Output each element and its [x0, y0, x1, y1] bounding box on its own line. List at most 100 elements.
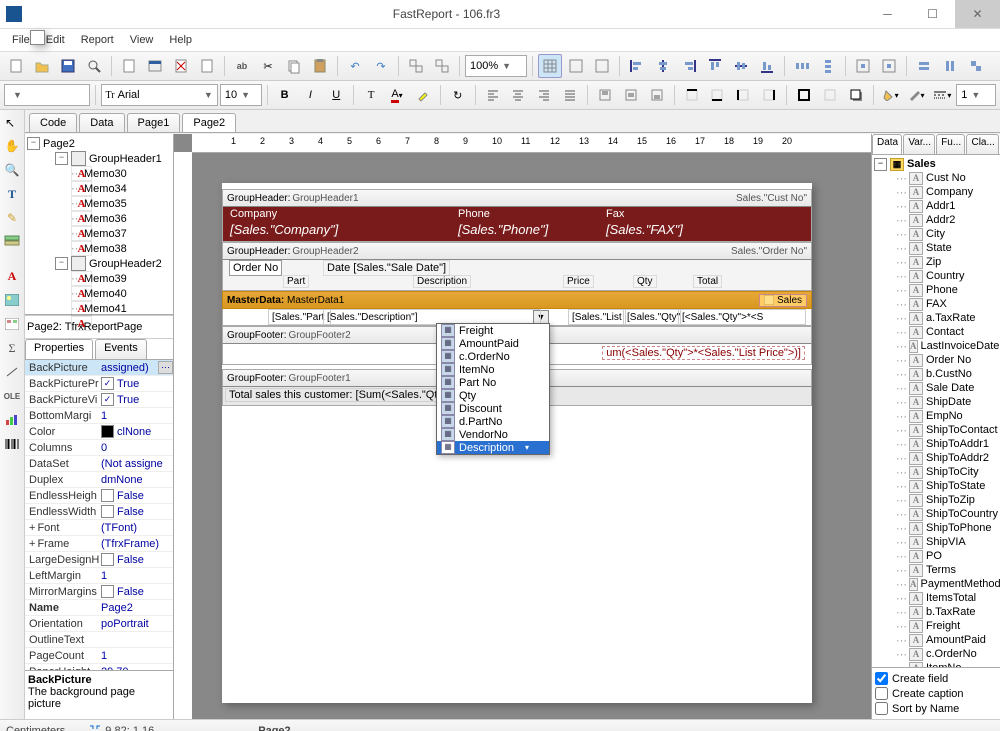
data-field[interactable]: ⋯APhone: [874, 283, 998, 297]
shape-tool[interactable]: [2, 362, 22, 382]
memo-company-label[interactable]: Company: [227, 208, 280, 220]
tab-page2[interactable]: Page2: [182, 113, 236, 132]
sort-by-name-check[interactable]: Sort by Name: [875, 701, 997, 716]
memo-col-total[interactable]: Total: [693, 275, 722, 288]
data-field[interactable]: ⋯AAmountPaid: [874, 633, 998, 647]
vars-button[interactable]: ab: [230, 54, 254, 78]
frame-top-button[interactable]: [680, 83, 704, 107]
dropdown-item[interactable]: ▦c.OrderNo: [437, 350, 549, 363]
memo-col-desc[interactable]: Description: [413, 275, 471, 288]
property-row[interactable]: BottomMargi1: [25, 408, 173, 424]
data-field[interactable]: ⋯ALastInvoiceDate: [874, 339, 998, 353]
frame-style-button[interactable]: ▾: [930, 83, 954, 107]
property-row[interactable]: LargeDesignHFalse: [25, 552, 173, 568]
tree-node[interactable]: ⋯AMemo41: [27, 301, 171, 315]
tree-node[interactable]: ⋯AMemo38: [27, 241, 171, 256]
property-row[interactable]: LeftMargin1: [25, 568, 173, 584]
create-caption-check[interactable]: Create caption: [875, 686, 997, 701]
align-right-button[interactable]: [677, 54, 701, 78]
frame-none-button[interactable]: [818, 83, 842, 107]
field-dropdown[interactable]: ▦Freight▦AmountPaid▦c.OrderNo▦ItemNo▦Par…: [436, 323, 550, 455]
data-field[interactable]: ⋯Aa.TaxRate: [874, 311, 998, 325]
dropdown-item[interactable]: ▦Qty: [437, 389, 549, 402]
property-row[interactable]: PageCount1: [25, 648, 173, 664]
dropdown-item[interactable]: ▦ItemNo: [437, 363, 549, 376]
object-combo[interactable]: ▼ ▾: [25, 315, 173, 339]
data-field[interactable]: ⋯AShipVIA: [874, 535, 998, 549]
memo-cell[interactable]: [Sales."List: [568, 309, 626, 325]
frame-right-button[interactable]: [757, 83, 781, 107]
events-tab[interactable]: Events: [95, 339, 147, 359]
data-tree[interactable]: −▦Sales⋯ACust No⋯ACompany⋯AAddr1⋯AAddr2⋯…: [872, 155, 1000, 667]
menu-view[interactable]: View: [122, 32, 162, 48]
align-center-v-button[interactable]: [729, 54, 753, 78]
data-field[interactable]: ⋯AShipToZip: [874, 493, 998, 507]
frame-all-button[interactable]: [792, 83, 816, 107]
memo-orderno[interactable]: Order No: [229, 260, 282, 276]
dropdown-item[interactable]: ▦Part No: [437, 376, 549, 389]
memo-col-part[interactable]: Part: [283, 275, 309, 288]
rtab-data[interactable]: Data: [872, 134, 902, 154]
property-row[interactable]: BackPictureassigned)⋯: [25, 360, 173, 376]
zoom-combo[interactable]: 100%▼: [465, 55, 527, 77]
data-field[interactable]: ⋯AShipToCity: [874, 465, 998, 479]
font-color-button[interactable]: A▾: [385, 83, 409, 107]
page-add-button[interactable]: [117, 54, 141, 78]
memo-fax-value[interactable]: [Sales."FAX"]: [603, 222, 686, 237]
data-field[interactable]: ⋯ASale Date: [874, 381, 998, 395]
data-field[interactable]: ⋯AZip: [874, 255, 998, 269]
tab-page1[interactable]: Page1: [127, 113, 181, 132]
tree-node[interactable]: ⋯AMemo40: [27, 286, 171, 301]
property-row[interactable]: Columns0: [25, 440, 173, 456]
data-ds-node[interactable]: −▦Sales: [874, 157, 998, 171]
data-field[interactable]: ⋯ACust No: [874, 171, 998, 185]
memo-date[interactable]: Date [Sales."Sale Date"]: [323, 260, 450, 276]
property-row[interactable]: BackPictureVi✓True: [25, 392, 173, 408]
italic-button[interactable]: I: [298, 83, 322, 107]
text-tool[interactable]: T: [2, 184, 22, 204]
tree-node[interactable]: −GroupHeader1: [27, 151, 171, 166]
tree-node[interactable]: ⋯AMemo34: [27, 181, 171, 196]
memo-cell[interactable]: [Sales."Qty": [623, 309, 681, 325]
data-field[interactable]: ⋯APO: [874, 549, 998, 563]
memo-col-price[interactable]: Price: [563, 275, 594, 288]
dropdown-item[interactable]: ▦Freight: [437, 324, 549, 337]
dropdown-item[interactable]: ▦VendorNo: [437, 428, 549, 441]
grid-button[interactable]: [538, 54, 562, 78]
page-delete-button[interactable]: [169, 54, 193, 78]
align-top-button[interactable]: [703, 54, 727, 78]
valign-bottom-button[interactable]: [645, 83, 669, 107]
data-field[interactable]: ⋯AShipToContact: [874, 423, 998, 437]
highlight-button[interactable]: [411, 83, 435, 107]
data-field[interactable]: ⋯ACity: [874, 227, 998, 241]
data-field[interactable]: ⋯AShipToCountry: [874, 507, 998, 521]
data-field[interactable]: ⋯AFAX: [874, 297, 998, 311]
align-left-button[interactable]: [625, 54, 649, 78]
underline-button[interactable]: U: [324, 83, 348, 107]
font-combo[interactable]: TrArial▼: [101, 84, 218, 106]
data-field[interactable]: ⋯ACountry: [874, 269, 998, 283]
data-field[interactable]: ⋯AContact: [874, 325, 998, 339]
property-row[interactable]: +Font(TFont): [25, 520, 173, 536]
memo-grandtotal[interactable]: Total sales this customer: [Sum(<Sales."…: [225, 388, 447, 402]
halign-left-button[interactable]: [481, 83, 505, 107]
memo-tool[interactable]: A: [2, 266, 22, 286]
page-settings-button[interactable]: [195, 54, 219, 78]
memo-col-qty[interactable]: Qty: [633, 275, 657, 288]
tree-node[interactable]: ⋯AMemo39: [27, 271, 171, 286]
rtab-vars[interactable]: Var...: [903, 134, 935, 154]
bold-button[interactable]: B: [273, 83, 297, 107]
data-field[interactable]: ⋯Ac.OrderNo: [874, 647, 998, 661]
data-field[interactable]: ⋯APaymentMethod: [874, 577, 998, 591]
page-dialog-button[interactable]: [143, 54, 167, 78]
memo-company-value[interactable]: [Sales."Company"]: [227, 222, 341, 237]
data-field[interactable]: ⋯Ab.TaxRate: [874, 605, 998, 619]
data-field[interactable]: ⋯Ab.CustNo: [874, 367, 998, 381]
property-row[interactable]: BackPicturePr✓True: [25, 376, 173, 392]
create-field-check[interactable]: Create field: [875, 671, 997, 686]
rtab-classes[interactable]: Cla...: [966, 134, 999, 154]
chart-tool[interactable]: [2, 410, 22, 430]
property-row[interactable]: DataSet(Not assigne: [25, 456, 173, 472]
copy-button[interactable]: [282, 54, 306, 78]
align-center-h-button[interactable]: [651, 54, 675, 78]
